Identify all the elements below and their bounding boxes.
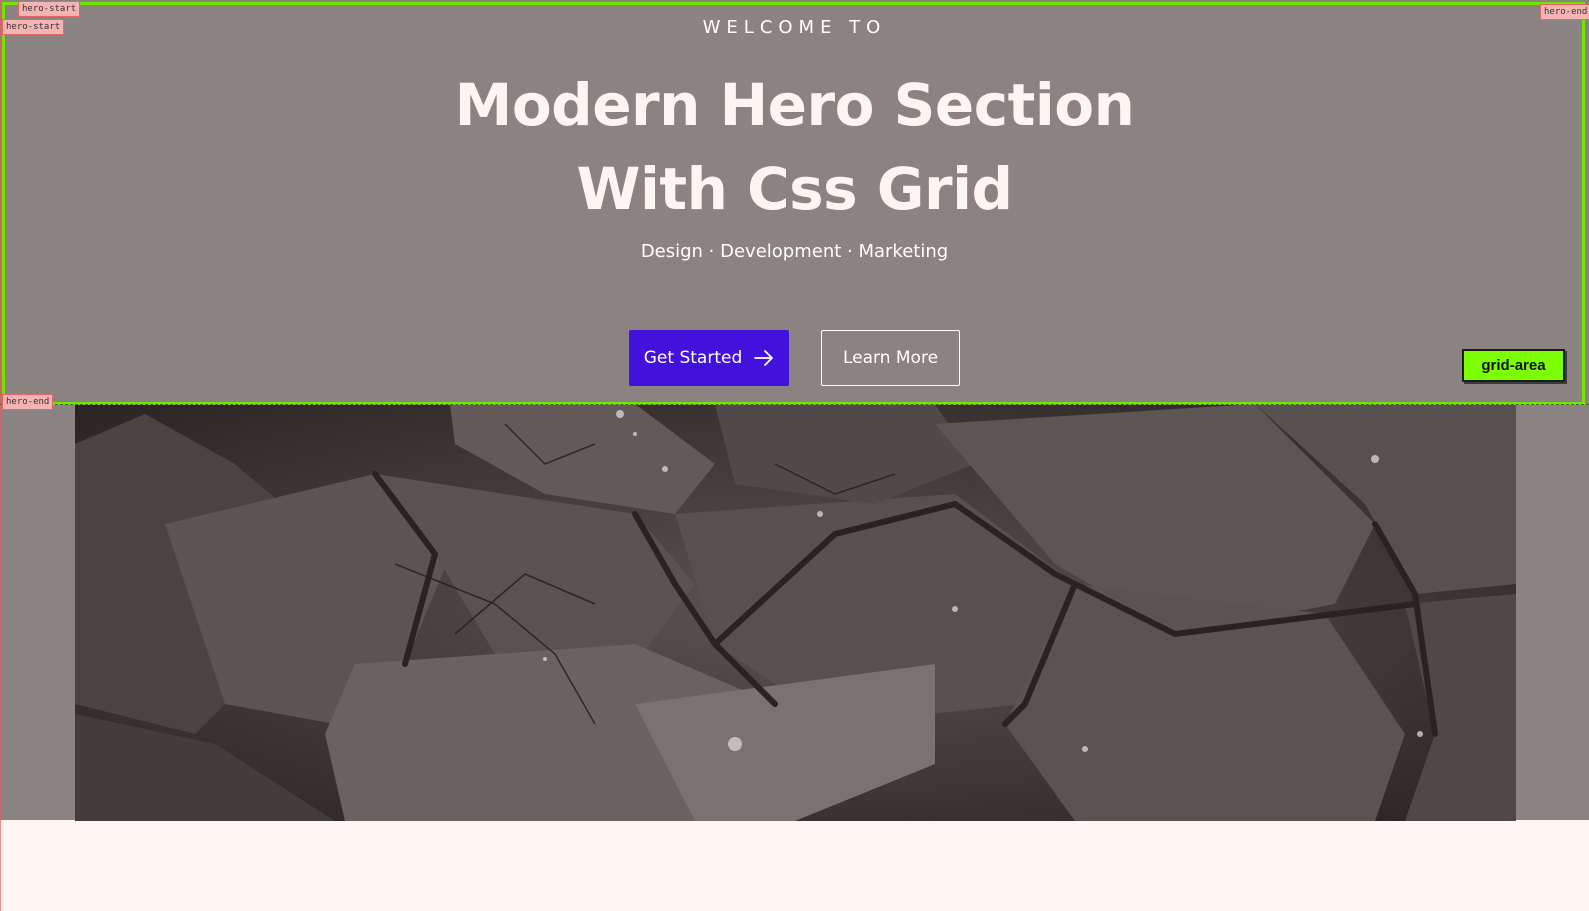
grid-line-label: hero-start [18,1,81,17]
learn-more-label: Learn More [842,348,939,368]
get-started-label: Get Started [643,348,743,368]
grid-line-label: hero-end [1540,4,1589,20]
hero-title-line-1: Modern Hero Section [454,71,1135,139]
cracked-stone-image [75,404,1516,821]
grid-line-label: hero-end [2,394,54,410]
grid-area-badge: grid-area [1462,349,1565,382]
learn-more-button[interactable]: Learn More [821,330,960,386]
hero-section: WELCOME TO Modern Hero Section With Css … [0,0,1589,821]
hero-eyebrow: WELCOME TO [702,17,887,38]
grid-left-edge-line [0,0,1,911]
grid-line-label: hero-start [2,19,65,35]
hero-image [75,404,1516,821]
hero-title: Modern Hero Section With Css Grid [0,63,1589,231]
page: WELCOME TO Modern Hero Section With Css … [0,0,1589,911]
arrow-right-icon [754,350,774,366]
hero-tagline: Design · Development · Marketing [640,241,949,262]
hero-title-line-2: With Css Grid [576,155,1013,223]
get-started-button[interactable]: Get Started [629,330,789,386]
